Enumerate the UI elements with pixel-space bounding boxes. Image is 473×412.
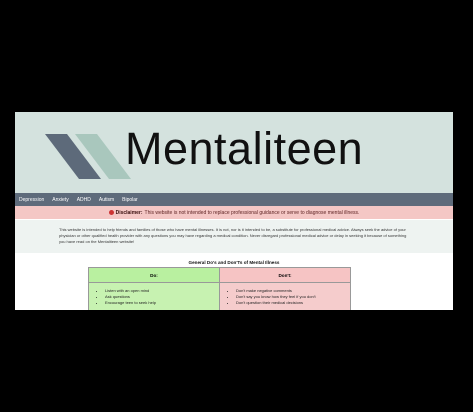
do-cell: Listen with an open mind Ask questions E… <box>88 282 220 310</box>
do-list: Listen with an open mind Ask questions E… <box>89 288 219 307</box>
nav-item-depression[interactable]: Depression <box>15 197 48 203</box>
nav-item-adhd[interactable]: ADHD <box>73 197 95 203</box>
intro-section: This website is intended to help friends… <box>15 220 453 253</box>
dont-header: Don't: <box>219 267 351 283</box>
do-item: Encourage teen to seek help <box>105 300 219 306</box>
dont-item: Don't question their medical decisions <box>236 300 350 306</box>
webpage: Mentaliteen Depression Anxiety ADHD Auti… <box>15 112 453 310</box>
site-brand: Mentaliteen <box>125 123 364 174</box>
nav-item-anxiety[interactable]: Anxiety <box>48 197 72 203</box>
logo-stripes-icon <box>45 134 131 179</box>
header-banner: Mentaliteen <box>15 112 453 193</box>
dos-donts-table: Do: Don't: Listen with an open mind Ask … <box>88 267 351 310</box>
dont-list: Don't make negative comments Don't say y… <box>220 288 350 307</box>
warning-icon <box>108 210 114 215</box>
do-header: Do: <box>88 267 220 283</box>
main-nav: Depression Anxiety ADHD Autism Bipolar <box>15 193 453 206</box>
disclaimer-label: Disclaimer: <box>115 209 143 216</box>
table-title: General Do's and Don'Ts of Mental Illnes… <box>188 260 280 265</box>
nav-item-bipolar[interactable]: Bipolar <box>118 197 142 203</box>
dont-cell: Don't make negative comments Don't say y… <box>219 282 351 310</box>
intro-text: This website is intended to help friends… <box>59 227 407 245</box>
disclaimer-text: This website is not intended to replace … <box>144 209 360 216</box>
nav-item-autism[interactable]: Autism <box>95 197 118 203</box>
disclaimer-bar: Disclaimer: This website is not intended… <box>15 206 453 219</box>
